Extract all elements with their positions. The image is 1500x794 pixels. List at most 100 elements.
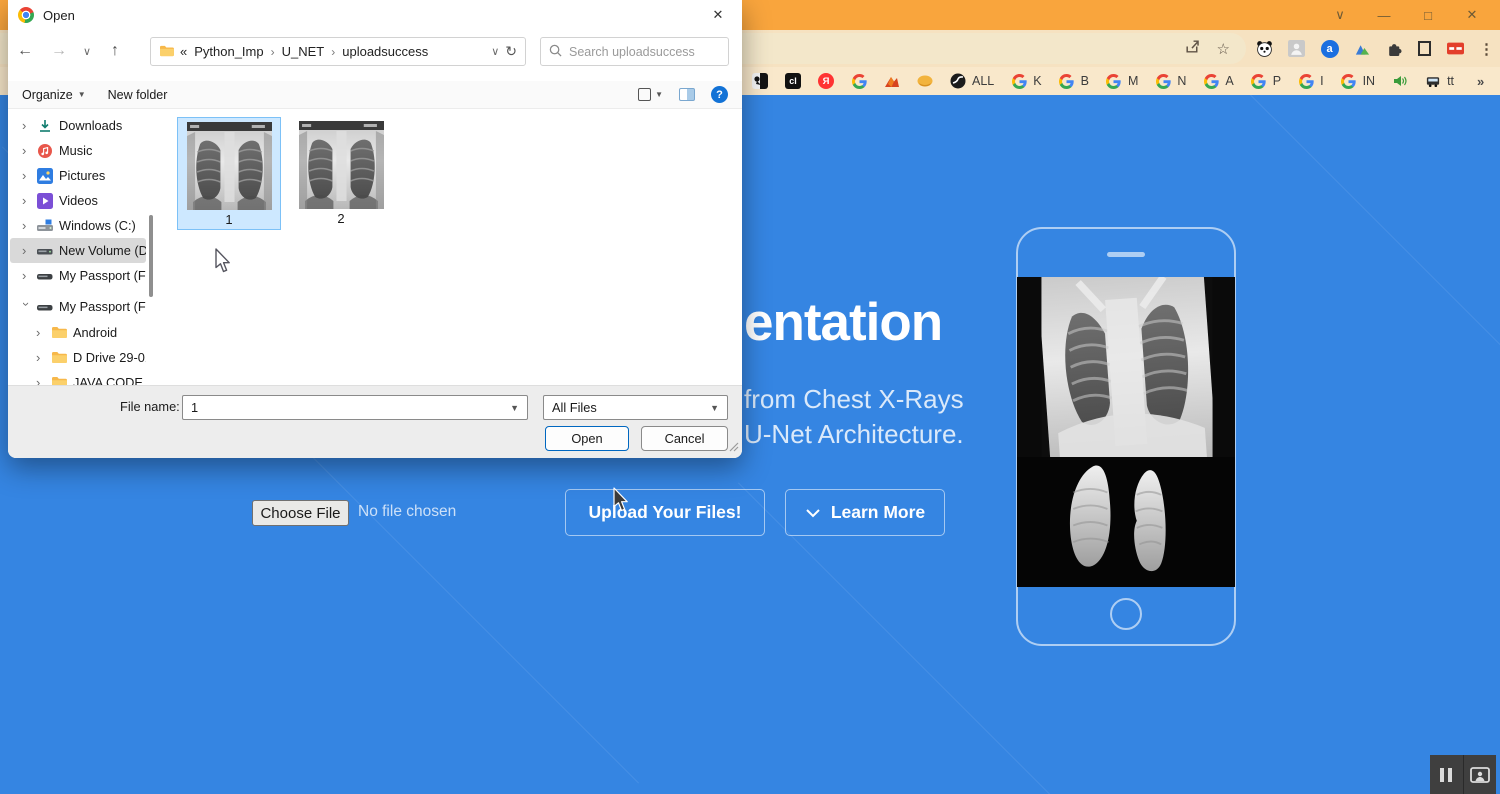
new-folder-button[interactable]: New folder <box>108 88 168 102</box>
extensions-puzzle-icon[interactable] <box>1386 40 1403 57</box>
refresh-icon[interactable]: ↻ <box>505 43 517 60</box>
mouse-cursor <box>610 486 630 514</box>
file-type-combo[interactable]: All Files ▼ <box>543 395 728 420</box>
chevron-right-icon[interactable]: › <box>36 325 45 340</box>
organize-button[interactable]: Organize ▼ <box>22 88 86 102</box>
sidebar-item-my-passport-f-expanded[interactable]: › My Passport (F:) <box>10 294 146 319</box>
breadcrumb-folder[interactable]: Python_Imp <box>194 44 263 59</box>
drive-icon <box>37 243 53 259</box>
dialog-search-box[interactable] <box>540 37 729 66</box>
sidebar-item-my-passport-f[interactable]: › My Passport (F:) <box>10 263 146 288</box>
chevron-right-icon[interactable]: › <box>22 218 31 233</box>
back-icon[interactable]: ← <box>8 42 42 60</box>
chevron-down-icon[interactable]: ▼ <box>710 403 719 413</box>
a-circle-extension-icon[interactable]: a <box>1321 40 1339 58</box>
up-icon[interactable]: ↑ <box>98 42 132 60</box>
panda-extension-icon[interactable] <box>1256 40 1273 57</box>
learn-more-button[interactable]: Learn More <box>785 489 945 536</box>
dialog-close-icon[interactable]: ✕ <box>704 2 732 28</box>
sidebar-item-pictures[interactable]: › Pictures <box>10 163 146 188</box>
browser-menu-kebab-icon[interactable]: ⋮ <box>1479 40 1494 58</box>
chevron-down-icon[interactable]: ▼ <box>510 403 519 413</box>
bookmark-item[interactable] <box>851 73 867 89</box>
sidebar-scrollbar[interactable] <box>149 215 153 297</box>
profile-extension-icon[interactable] <box>1288 40 1305 57</box>
chevron-down-icon[interactable]: › <box>19 302 34 311</box>
bookmark-item[interactable] <box>917 73 933 89</box>
bookmark-item[interactable]: P <box>1251 73 1281 89</box>
sidebar-item-music[interactable]: › Music <box>10 138 146 163</box>
file-name-combo[interactable]: ▼ <box>182 395 528 420</box>
sidebar-item-android[interactable]: › Android <box>10 320 146 345</box>
chevron-right-icon[interactable]: › <box>36 350 45 365</box>
minimize-icon[interactable]: — <box>1362 8 1406 23</box>
forward-icon[interactable]: → <box>42 42 76 60</box>
address-dropdown-chevron-icon[interactable]: ∨ <box>491 45 499 58</box>
picture-in-picture-button[interactable] <box>1463 755 1497 794</box>
google-favicon <box>1203 73 1219 89</box>
tab-search-icon[interactable]: ∨ <box>1318 7 1362 23</box>
dialog-address-bar[interactable]: « Python_Imp › U_NET › uploadsuccess ∨ ↻ <box>150 37 526 66</box>
video-downloader-extension-icon[interactable] <box>1447 40 1464 57</box>
chevron-right-icon[interactable]: › <box>22 243 31 258</box>
bird-favicon <box>752 73 768 89</box>
cancel-button[interactable]: Cancel <box>641 426 728 451</box>
chevron-right-icon[interactable]: › <box>22 143 31 158</box>
open-button[interactable]: Open <box>545 426 629 451</box>
bookmark-label: tt <box>1447 74 1454 88</box>
share-icon[interactable] <box>1184 38 1201 60</box>
choose-file-button[interactable]: Choose File <box>252 500 349 526</box>
bookmark-item[interactable] <box>884 73 900 89</box>
sidebar-item-windows-c[interactable]: › Windows (C:) <box>10 213 146 238</box>
bookmark-item[interactable]: cl <box>785 73 801 89</box>
bookmark-item[interactable]: K <box>1011 73 1041 89</box>
bookmark-item[interactable]: ALL <box>950 73 994 89</box>
bookmark-item[interactable]: Я <box>818 73 834 89</box>
breadcrumb-folder[interactable]: uploadsuccess <box>342 44 428 59</box>
bookmark-star-icon[interactable]: ☆ <box>1217 40 1230 58</box>
file-thumbnail-1[interactable]: 1 <box>177 117 281 230</box>
chevron-right-icon[interactable]: › <box>36 375 45 385</box>
search-input[interactable] <box>569 45 730 59</box>
pause-button[interactable] <box>1430 755 1463 794</box>
sidebar-item-new-volume-d[interactable]: › New Volume (D: <box>10 238 146 263</box>
sidebar-item-java-code[interactable]: › JAVA CODE <box>10 370 146 385</box>
recent-locations-chevron-icon[interactable]: ∨ <box>76 45 98 58</box>
chevron-right-icon[interactable]: › <box>22 268 31 283</box>
bookmark-item[interactable]: N <box>1155 73 1186 89</box>
close-icon[interactable]: ✕ <box>1450 7 1494 23</box>
frame-extension-icon[interactable] <box>1418 41 1431 56</box>
sidebar-item-d-drive[interactable]: › D Drive 29-01-2( <box>10 345 146 370</box>
video-overlay-controls <box>1430 755 1496 794</box>
chevron-right-icon[interactable]: › <box>22 168 31 183</box>
file-name-input[interactable] <box>191 400 504 415</box>
learn-more-label: Learn More <box>831 502 925 523</box>
bookmark-item[interactable]: IN <box>1341 73 1376 89</box>
bookmark-item[interactable]: A <box>1203 73 1233 89</box>
bookmark-item[interactable]: M <box>1106 73 1138 89</box>
upload-files-button[interactable]: Upload Your Files! <box>565 489 765 536</box>
bookmark-item[interactable]: tt <box>1425 73 1454 89</box>
bookmark-item[interactable]: B <box>1059 73 1089 89</box>
bookmarks-overflow-chevrons[interactable]: » <box>1477 74 1484 89</box>
chart-extension-icon[interactable] <box>1354 40 1371 57</box>
chevron-right-icon[interactable]: › <box>22 193 31 208</box>
file-thumbnail-2[interactable]: 2 <box>295 118 387 228</box>
preview-pane-icon[interactable] <box>679 88 695 101</box>
maximize-icon[interactable]: □ <box>1406 8 1450 23</box>
drive-icon <box>37 268 53 284</box>
xray-thumbnail-image <box>299 121 384 209</box>
bookmark-item[interactable] <box>752 73 768 89</box>
bookmark-item[interactable]: I <box>1298 73 1323 89</box>
change-view-button[interactable]: ▼ <box>638 88 663 101</box>
sidebar-item-videos[interactable]: › Videos <box>10 188 146 213</box>
bookmark-item[interactable] <box>1392 73 1408 89</box>
sidebar-item-downloads[interactable]: › Downloads <box>10 113 146 138</box>
help-icon[interactable]: ? <box>711 86 728 103</box>
chevron-right-icon[interactable]: › <box>22 118 31 133</box>
drive-icon <box>37 299 53 315</box>
resize-grip[interactable] <box>729 440 739 455</box>
breadcrumb-folder[interactable]: U_NET <box>282 44 325 59</box>
cl-favicon: cl <box>785 73 801 89</box>
new-folder-label: New folder <box>108 88 168 102</box>
